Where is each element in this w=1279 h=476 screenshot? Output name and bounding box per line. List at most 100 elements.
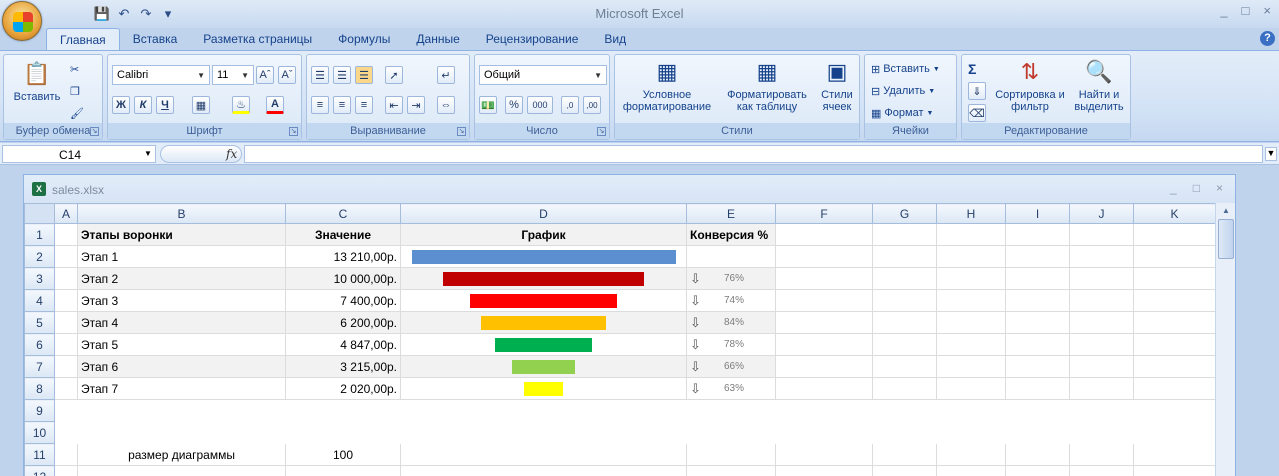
cell[interactable] [285, 399, 401, 422]
find-select-button[interactable]: 🔍 Найти и выделить [1068, 57, 1130, 114]
value-cell[interactable]: 4 847,00р. [285, 333, 401, 356]
cell[interactable] [1133, 465, 1216, 476]
cell[interactable] [775, 399, 873, 422]
column-header[interactable]: H [936, 203, 1006, 224]
cell-styles-button[interactable]: ▣ Стили ячеек [815, 57, 859, 114]
font-color-button[interactable]: A [266, 95, 284, 115]
cell[interactable] [1005, 465, 1070, 476]
cell[interactable] [1005, 399, 1070, 422]
cell[interactable] [1069, 443, 1134, 466]
row-header[interactable]: 4 [24, 289, 55, 312]
conversion-cell[interactable]: ⇩ 66% [686, 355, 776, 378]
cell[interactable] [54, 421, 78, 444]
office-button[interactable] [2, 1, 42, 41]
fill-button[interactable]: ⇓ [968, 81, 986, 101]
cell[interactable] [775, 355, 873, 378]
cell[interactable] [1005, 333, 1070, 356]
cell[interactable] [936, 289, 1006, 312]
cell[interactable] [775, 377, 873, 400]
cell[interactable] [686, 443, 776, 466]
cell[interactable] [775, 421, 873, 444]
cell[interactable] [872, 311, 937, 334]
cell[interactable] [1005, 245, 1070, 268]
cell[interactable] [1069, 267, 1134, 290]
cell[interactable] [54, 377, 78, 400]
dialog-launcher-icon[interactable]: ↘ [289, 127, 298, 136]
expand-formula-bar-icon[interactable]: ▼ [1265, 147, 1277, 161]
cell[interactable] [54, 289, 78, 312]
cell[interactable] [686, 465, 776, 476]
cell[interactable] [285, 465, 401, 476]
cell[interactable] [1069, 355, 1134, 378]
chart-cell[interactable] [400, 333, 687, 356]
cell[interactable] [1133, 245, 1216, 268]
row-header[interactable]: 11 [24, 443, 55, 466]
cell[interactable] [1133, 333, 1216, 356]
cell[interactable] [775, 245, 873, 268]
cell[interactable] [936, 311, 1006, 334]
align-right-button[interactable]: ≡ [355, 95, 373, 115]
cell[interactable] [54, 443, 78, 466]
insert-cells-button[interactable]: ⊞ Вставить ▼ [871, 59, 940, 79]
cell[interactable] [1133, 443, 1216, 466]
cell[interactable] [686, 421, 776, 444]
name-box[interactable]: C14 [2, 145, 156, 163]
value-cell[interactable]: 13 210,00р. [285, 245, 401, 268]
cell[interactable] [775, 311, 873, 334]
row-header[interactable]: 8 [24, 377, 55, 400]
comma-style-button[interactable]: 000 [527, 95, 553, 115]
workbook-close-button[interactable]: × [1216, 181, 1223, 195]
tab-data[interactable]: Данные [403, 28, 472, 50]
cell[interactable] [1133, 267, 1216, 290]
cell[interactable] [936, 465, 1006, 476]
stage-cell[interactable]: Этап 4 [77, 311, 286, 334]
workbook-minimize-button[interactable]: _ [1170, 181, 1177, 195]
conversion-cell[interactable]: ⇩ 78% [686, 333, 776, 356]
grow-font-button[interactable]: Aˆ [256, 65, 274, 85]
minimize-button[interactable]: _ [1220, 3, 1227, 18]
cell[interactable] [1133, 377, 1216, 400]
cell[interactable] [1133, 399, 1216, 422]
align-left-button[interactable]: ≡ [311, 95, 329, 115]
cell[interactable] [872, 421, 937, 444]
column-header[interactable]: K [1133, 203, 1216, 224]
cell[interactable] [936, 245, 1006, 268]
cell[interactable] [77, 421, 286, 444]
align-top-button[interactable]: ☰ [311, 65, 329, 85]
conversion-cell[interactable]: ⇩ 76% [686, 267, 776, 290]
column-header[interactable]: E [686, 203, 776, 224]
merge-center-button[interactable]: ⇔ [437, 95, 455, 115]
header-conversion[interactable]: Конверсия % [686, 223, 776, 246]
wrap-text-button[interactable]: ↵ [437, 65, 455, 85]
delete-cells-button[interactable]: ⊟ Удалить ▼ [871, 81, 935, 101]
cell[interactable] [1069, 311, 1134, 334]
dialog-launcher-icon[interactable]: ↘ [90, 127, 99, 136]
cell[interactable] [54, 311, 78, 334]
scroll-thumb[interactable] [1218, 219, 1234, 259]
align-bottom-button[interactable]: ☰ [355, 65, 373, 85]
format-cells-button[interactable]: ▦ Формат ▼ [871, 103, 933, 123]
help-icon[interactable]: ? [1260, 31, 1275, 46]
workbook-restore-button[interactable]: □ [1193, 181, 1200, 195]
tab-home[interactable]: Главная [46, 28, 120, 50]
tab-view[interactable]: Вид [591, 28, 639, 50]
decrease-decimal-button[interactable]: ,00 [583, 95, 601, 115]
conversion-cell[interactable]: ⇩ 84% [686, 311, 776, 334]
conversion-cell[interactable]: ⇩ 63% [686, 377, 776, 400]
cell[interactable] [1069, 289, 1134, 312]
cell[interactable] [936, 421, 1006, 444]
column-header[interactable]: B [77, 203, 286, 224]
cell[interactable] [1005, 443, 1070, 466]
column-header[interactable]: I [1005, 203, 1070, 224]
conversion-cell[interactable]: ⇩ 74% [686, 289, 776, 312]
font-size-select[interactable]: 11 ▼ [212, 65, 254, 85]
bold-button[interactable]: Ж [112, 95, 130, 115]
borders-button[interactable]: ▦ [192, 95, 210, 115]
cell[interactable] [1133, 289, 1216, 312]
cell[interactable] [872, 267, 937, 290]
cell[interactable] [872, 377, 937, 400]
underline-button[interactable]: Ч [156, 95, 174, 115]
cell[interactable] [936, 333, 1006, 356]
cell[interactable] [936, 355, 1006, 378]
dialog-launcher-icon[interactable]: ↘ [597, 127, 606, 136]
